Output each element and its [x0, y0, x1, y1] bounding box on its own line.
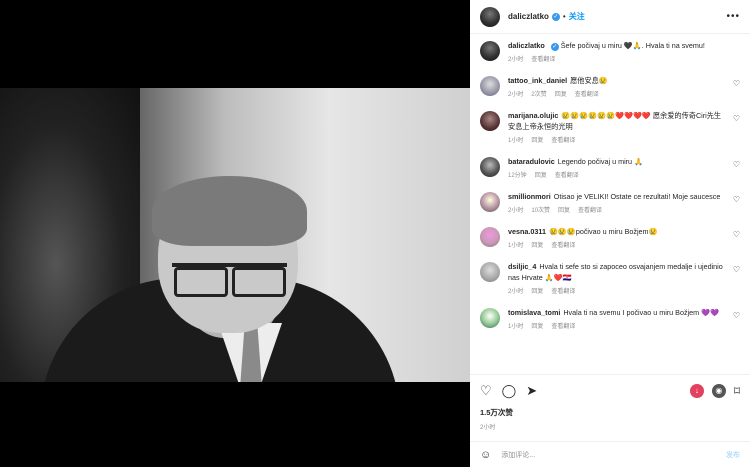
more-options-icon[interactable]: ••• [726, 11, 740, 22]
caption-avatar[interactable] [480, 41, 500, 61]
comment-like-heart-icon[interactable]: ♡ [733, 160, 740, 169]
comment-username[interactable]: marijana.olujic [508, 111, 558, 120]
comment-translate-link[interactable]: 查看翻译 [551, 289, 575, 295]
commenter-avatar[interactable] [480, 76, 500, 96]
verified-badge-icon: ✓ [550, 43, 559, 51]
comment-reply-button[interactable]: 回复 [531, 243, 543, 249]
comment-translate-link[interactable]: 查看翻译 [551, 324, 575, 330]
comment-translate-link[interactable]: 查看翻译 [575, 92, 599, 98]
comment-reply-button[interactable]: 回复 [555, 92, 567, 98]
instagram-post-modal: daliczlatko ✓ • 关注 ••• daliczlatko ✓ Šefe… [0, 0, 750, 467]
comment-time[interactable]: 1小时 [508, 243, 523, 249]
author-username[interactable]: daliczlatko [508, 12, 549, 21]
emoji-picker-icon[interactable]: ☺ [480, 449, 491, 461]
comment-reply-button[interactable]: 回复 [531, 138, 543, 144]
commenter-avatar[interactable] [480, 157, 500, 177]
comment-icon[interactable]: ◯ [502, 383, 517, 399]
comment-item: dsiljic_4 Hvala ti sefe sto si zapoceo os… [480, 261, 740, 295]
comment-username[interactable]: tomislava_tomi [508, 308, 560, 317]
comment-time[interactable]: 1小时 [508, 324, 523, 330]
post-comment-button[interactable]: 发布 [726, 450, 740, 460]
comment-time[interactable]: 1小时 [508, 138, 523, 144]
comment-likes[interactable]: 10次赞 [531, 208, 550, 214]
like-count[interactable]: 1.5万次赞 [480, 407, 740, 418]
post-time[interactable]: 2小时 [480, 422, 740, 431]
post-photo[interactable] [0, 88, 470, 382]
download-extension-icon[interactable]: ↓ [689, 384, 704, 398]
commenter-avatar[interactable] [480, 262, 500, 282]
comment-reply-button[interactable]: 回复 [535, 173, 547, 179]
extension-icon[interactable]: ◉ [711, 384, 726, 398]
comment-item: smillionmori Otisao je VELIKI! Ostate ce … [480, 191, 740, 214]
comment-reply-button[interactable]: 回复 [558, 208, 570, 214]
comment-time[interactable]: 2小时 [508, 208, 523, 214]
comment-username[interactable]: dsiljic_4 [508, 262, 536, 271]
share-icon[interactable]: ➤ [526, 383, 537, 399]
comment-likes[interactable]: 2次赞 [531, 92, 546, 98]
caption-time[interactable]: 2小时 [508, 57, 523, 63]
comment-item: marijana.olujic 😢😢😢😢😢😢❤️❤️❤️❤️ 愿余爱的传奇Ciri… [480, 110, 740, 144]
comment-username[interactable]: tattoo_ink_daniel [508, 76, 567, 85]
comment-like-heart-icon[interactable]: ♡ [733, 265, 740, 274]
comment-text: Hvala ti sefe sto si zapoceo osvajanjem … [508, 262, 723, 282]
photo-hair [152, 176, 307, 246]
comment-item: vesna.0311 😢😢😢počivao u miru Božjem😢 1小时 回… [480, 226, 740, 249]
commenter-avatar[interactable] [480, 308, 500, 328]
post-media [0, 0, 470, 467]
post-sidebar: daliczlatko ✓ • 关注 ••• daliczlatko ✓ Šefe… [470, 0, 750, 467]
commenter-avatar[interactable] [480, 227, 500, 247]
comment-translate-link[interactable]: 查看翻译 [578, 208, 602, 214]
comment-like-heart-icon[interactable]: ♡ [733, 114, 740, 123]
post-header: daliczlatko ✓ • 关注 ••• [470, 0, 750, 34]
comment-text: 😢😢😢počivao u miru Božjem😢 [548, 227, 658, 236]
like-icon[interactable]: ♡ [480, 383, 492, 399]
separator-dot: • [562, 12, 566, 21]
comment-username[interactable]: vesna.0311 [508, 227, 546, 236]
caption-text: Šefe počivaj u miru 🖤🙏. Hvala ti na svem… [560, 41, 705, 50]
commenter-avatar[interactable] [480, 111, 500, 131]
comment-like-heart-icon[interactable]: ♡ [733, 311, 740, 320]
comment-reply-button[interactable]: 回复 [531, 324, 543, 330]
comment-like-heart-icon[interactable]: ♡ [733, 195, 740, 204]
author-avatar[interactable] [480, 6, 500, 27]
comment-translate-link[interactable]: 查看翻译 [551, 138, 575, 144]
verified-badge-icon: ✓ [551, 12, 560, 21]
comment-translate-link[interactable]: 查看翻译 [551, 243, 575, 249]
bookmark-icon[interactable]: ⌑ [734, 384, 740, 398]
comment-text: Otisao je VELIKI! Ostate ce rezultati! M… [553, 192, 721, 201]
caption-translate-link[interactable]: 查看翻译 [531, 57, 555, 63]
comment-reply-button[interactable]: 回复 [531, 289, 543, 295]
add-comment-input[interactable]: 添加评论... [501, 450, 535, 460]
comment-item: tattoo_ink_daniel 愿他安息😢 2小时 2次赞 回复 查看翻译 ♡ [480, 75, 740, 98]
caption-username[interactable]: daliczlatko [508, 41, 545, 50]
comment-like-heart-icon[interactable]: ♡ [733, 230, 740, 239]
photo-glasses [172, 263, 287, 297]
comment-text: Legendo počivaj u miru 🙏 [557, 157, 643, 166]
comment-item: tomislava_tomi Hvala ti na svemu I počiva… [480, 307, 740, 330]
comment-like-heart-icon[interactable]: ♡ [733, 79, 740, 88]
follow-button[interactable]: 关注 [569, 11, 585, 22]
comment-item: bataradulovic Legendo počivaj u miru 🙏 12… [480, 156, 740, 179]
commenter-avatar[interactable] [480, 192, 500, 212]
add-comment-bar: ☺ 添加评论... 发布 [470, 441, 750, 467]
comments-list[interactable]: daliczlatko ✓ Šefe počivaj u miru 🖤🙏. Hva… [470, 34, 750, 374]
comment-username[interactable]: bataradulovic [508, 157, 555, 166]
comment-translate-link[interactable]: 查看翻译 [555, 173, 579, 179]
caption: daliczlatko ✓ Šefe počivaj u miru 🖤🙏. Hva… [480, 40, 740, 63]
comment-time[interactable]: 12分钟 [508, 173, 527, 179]
comment-time[interactable]: 2小时 [508, 92, 523, 98]
comment-username[interactable]: smillionmori [508, 192, 551, 201]
comment-text: 愿他安息😢 [570, 76, 608, 85]
comment-time[interactable]: 2小时 [508, 289, 523, 295]
comment-text: Hvala ti na svemu I počivao u miru Božje… [563, 308, 720, 317]
